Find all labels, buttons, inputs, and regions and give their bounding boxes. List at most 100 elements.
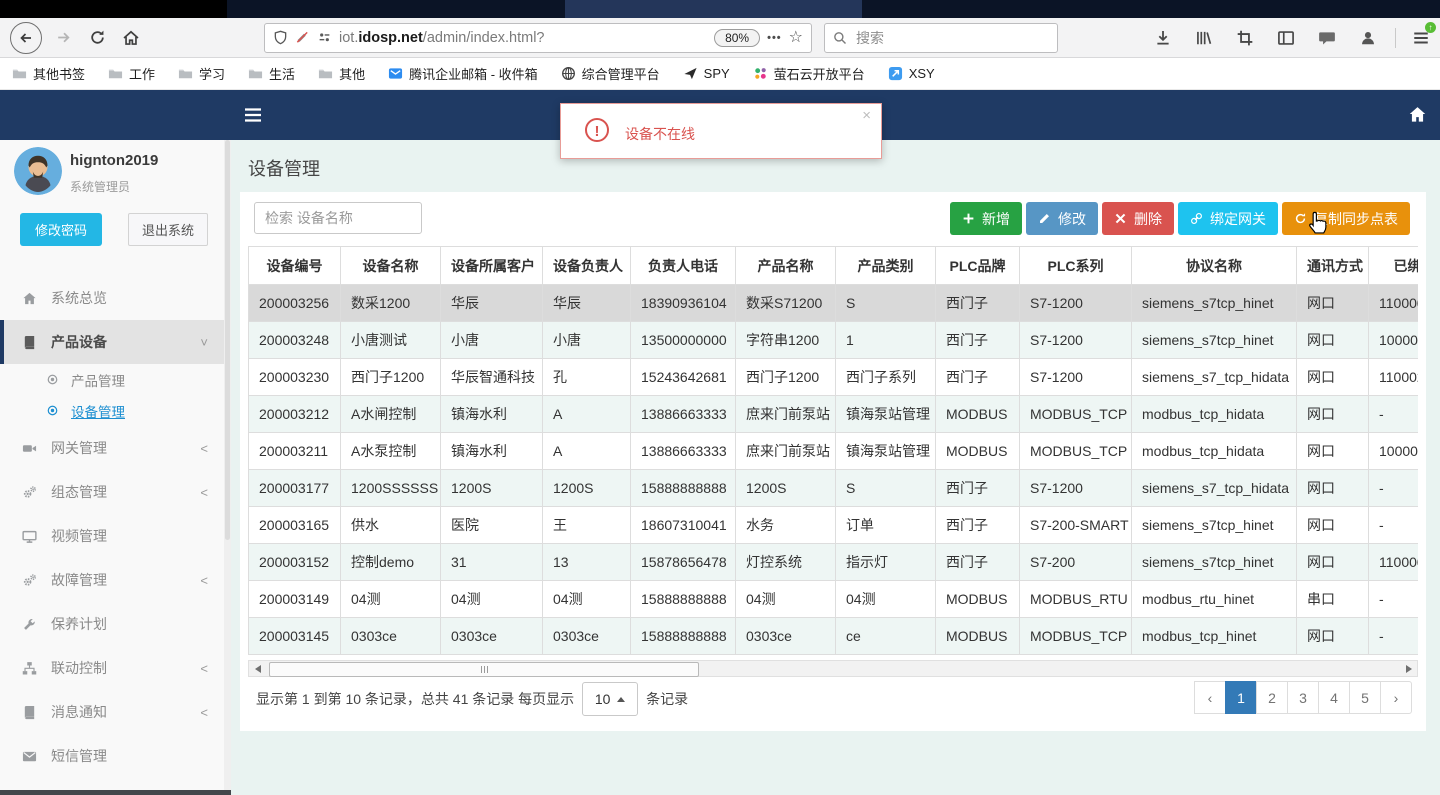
pocket-chat-icon[interactable]	[1318, 29, 1336, 47]
tab-highlight[interactable]	[565, 0, 862, 18]
table-cell: 13500000000	[630, 321, 736, 359]
extension-pencil-blocked-icon[interactable]	[295, 30, 310, 45]
page-button[interactable]: 3	[1287, 681, 1319, 714]
download-icon[interactable]	[1154, 29, 1172, 47]
column-header[interactable]: 已绑定网关	[1368, 246, 1418, 285]
url-bar[interactable]: iot.idosp.net/admin/index.html? 80% ••• …	[264, 22, 812, 53]
menu-hamburger[interactable]: ↑	[1412, 21, 1436, 47]
logout-button[interactable]: 退出系统	[128, 213, 208, 246]
bookmark-item[interactable]: 其他书签	[12, 64, 85, 83]
browser-search[interactable]	[824, 22, 1058, 53]
table-row[interactable]: 200003165 供水 医院王 18607310041 水务 订单 西门子 S7-200-S…	[248, 506, 1418, 544]
scroll-left-arrow[interactable]	[249, 661, 266, 676]
home-button[interactable]	[118, 25, 144, 51]
table-cell: 04测	[835, 580, 936, 618]
sidebar-item[interactable]: 视频管理	[0, 514, 224, 558]
sidebar-item[interactable]: 产品设备 ˅	[0, 320, 224, 364]
table-row[interactable]: 200003230 西门子1200 华辰智通科技孔 15243642681 西门子120…	[248, 358, 1418, 396]
sidebar-item[interactable]: 设备管理	[0, 395, 224, 426]
url-text[interactable]: iot.idosp.net/admin/index.html?	[339, 30, 707, 46]
bookmark-item[interactable]: 综合管理平台	[561, 64, 660, 83]
column-header[interactable]: 产品名称	[735, 246, 836, 285]
sidebar-toggle-icon[interactable]	[244, 107, 262, 123]
bookmark-item[interactable]: 学习	[178, 64, 225, 83]
alert-close-icon[interactable]: ×	[862, 107, 871, 124]
tracking-shield-icon[interactable]	[273, 30, 288, 45]
reload-button[interactable]	[84, 25, 110, 51]
toolbar-button[interactable]: 修改	[1026, 202, 1098, 235]
table-row[interactable]: 200003211 A水泵控制 镇海水利 A 13886663333 庶来门前泵站 镇海泵站…	[248, 432, 1418, 470]
sidebars-icon[interactable]	[1277, 29, 1295, 47]
active-tab[interactable]	[0, 0, 227, 18]
column-header[interactable]: 产品类别	[835, 246, 936, 285]
page-button[interactable]: 1	[1225, 681, 1257, 714]
bookmark-item[interactable]: SPY	[683, 66, 730, 81]
horizontal-scrollbar[interactable]	[248, 660, 1418, 677]
firefox-tab-strip[interactable]	[0, 0, 1440, 18]
sidebar-item[interactable]: 消息通知 ˂	[0, 690, 224, 734]
bookmark-item[interactable]: XSY	[888, 66, 935, 81]
toolbar-button[interactable]: 删除	[1102, 202, 1174, 235]
sidebar-item[interactable]: 保养计划	[0, 602, 224, 646]
sidebar-item[interactable]: 短信管理	[0, 734, 224, 778]
table-row[interactable]: 200003177 1200SSSSSS 1200S 1200S 15888888888…	[248, 469, 1418, 507]
page-size-select[interactable]: 10	[582, 682, 639, 716]
search-input[interactable]	[854, 28, 1028, 47]
toolbar-button[interactable]: 绑定网关	[1178, 202, 1278, 235]
column-header[interactable]: 设备所属客户	[440, 246, 543, 285]
bookmark-item[interactable]: 生活	[248, 64, 295, 83]
bookmark-star-icon[interactable]: ☆	[789, 29, 803, 46]
sidebar-item[interactable]: 组态管理 ˂	[0, 470, 224, 514]
column-header[interactable]: 设备名称	[340, 246, 441, 285]
back-button[interactable]	[10, 21, 42, 54]
sidebar-item[interactable]: 故障管理 ˂	[0, 558, 224, 602]
column-header[interactable]: PLC系列	[1019, 246, 1132, 285]
table-row[interactable]: 200003152 控制demo 31 13 15878656478 灯控系统 指示灯 西门子…	[248, 543, 1418, 581]
bookmark-item[interactable]: 其他	[318, 64, 365, 83]
table-toolbar: 新增 修改 删除 绑定网关 复制同步点表	[950, 202, 1410, 235]
bookmark-item[interactable]: 腾讯企业邮箱 - 收件箱	[388, 64, 538, 83]
scroll-right-arrow[interactable]	[1400, 661, 1417, 676]
pagination-info-text: 显示第 1 到第 10 条记录，总共 41 条记录 每页显示	[256, 691, 575, 707]
column-header[interactable]: 设备编号	[248, 246, 341, 285]
forward-button[interactable]	[50, 25, 76, 51]
screenshot-crop-icon[interactable]	[1236, 29, 1254, 47]
account-icon[interactable]	[1359, 29, 1377, 47]
bookmark-item[interactable]: 萤石云开放平台	[753, 64, 865, 83]
table-cell: 1000000	[1368, 321, 1418, 359]
toolbar-button[interactable]: 复制同步点表	[1282, 202, 1410, 235]
change-password-button[interactable]: 修改密码	[20, 213, 102, 246]
page-button[interactable]: 5	[1349, 681, 1381, 714]
table-row[interactable]: 200003256 数采1200 华辰 华辰 18390936104 数采S71200 S 西…	[248, 284, 1418, 322]
device-search-input[interactable]	[254, 202, 422, 234]
sidebar-scrollbar[interactable]	[224, 140, 231, 795]
table-row[interactable]: 200003145 0303ce 0303ce 0303ce 15888888888 03…	[248, 617, 1418, 655]
scrollbar-thumb[interactable]	[269, 662, 699, 677]
sidebar-item-icon	[22, 749, 37, 764]
column-header[interactable]: PLC品牌	[935, 246, 1020, 285]
column-header[interactable]: 负责人电话	[630, 246, 736, 285]
table-cell: 15878656478	[630, 543, 736, 581]
column-header[interactable]: 通讯方式	[1296, 246, 1369, 285]
bookmark-item[interactable]: 工作	[108, 64, 155, 83]
sidebar-item[interactable]: 网关管理 ˂	[0, 426, 224, 470]
table-row[interactable]: 200003248 小唐测试 小唐 小唐 13500000000 字符串1200 1 西门子 S…	[248, 321, 1418, 359]
library-icon[interactable]	[1195, 29, 1213, 47]
sidebar-item[interactable]: 系统总览	[0, 276, 224, 320]
sidebar-item[interactable]: 产品管理	[0, 364, 224, 395]
page-button[interactable]: 2	[1256, 681, 1288, 714]
column-header[interactable]: 设备负责人	[542, 246, 631, 285]
permissions-icon[interactable]	[317, 30, 332, 45]
page-button[interactable]: ‹	[1194, 681, 1226, 714]
sidebar-item[interactable]: 联动控制 ˂	[0, 646, 224, 690]
page-button[interactable]: 4	[1318, 681, 1350, 714]
table-cell: A	[542, 395, 631, 433]
column-header[interactable]: 协议名称	[1131, 246, 1297, 285]
page-button[interactable]: ›	[1380, 681, 1412, 714]
table-row[interactable]: 200003212 A水闸控制 镇海水利 A 13886663333 庶来门前泵站 镇海泵站…	[248, 395, 1418, 433]
toolbar-button[interactable]: 新增	[950, 202, 1022, 235]
zoom-level-badge[interactable]: 80%	[714, 28, 761, 47]
page-actions-icon[interactable]: •••	[767, 32, 782, 44]
app-home-icon[interactable]	[1408, 105, 1427, 124]
table-row[interactable]: 200003149 04测 04测 04测 15888888888 04测 04测 MODBU…	[248, 580, 1418, 618]
